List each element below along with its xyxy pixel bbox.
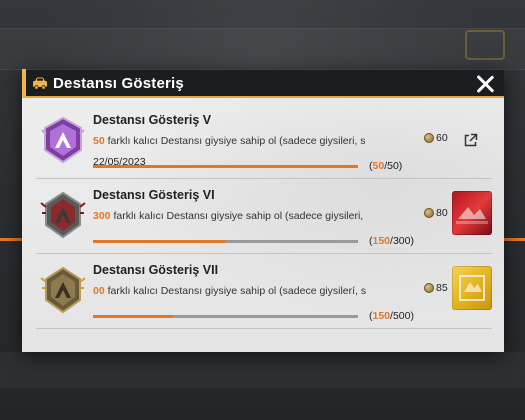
progress-current: 150 (372, 310, 391, 322)
achievement-dialog: Destansı Gösteriş Destansı Gösteriş V 50… (22, 69, 504, 352)
achievement-description: 00 farklı kalıcı Destansı giysiye sahip … (93, 285, 366, 297)
achievement-point-icon (424, 283, 434, 293)
achievement-title: Destansı Gösteriş VI (93, 188, 215, 202)
achievement-row: Destansı Gösteriş VII 00 farklı kalıcı D… (36, 254, 492, 329)
progress-current: 50 (372, 160, 385, 172)
progress-fill (93, 240, 226, 243)
description-text: farklı kalıcı Destansı giysiye sahip ol … (110, 210, 364, 222)
achievement-description: 300 farklı kalıcı Destansı giysiye sahip… (93, 210, 363, 222)
progress-current: 150 (372, 235, 391, 247)
gold-item-thumbnail[interactable] (452, 266, 492, 310)
red-badge-icon (40, 191, 86, 239)
reward-amount: 80 (436, 207, 448, 219)
achievement-point-icon (424, 133, 434, 143)
dialog-header: Destansı Gösteriş (22, 69, 504, 98)
reward-amount: 85 (436, 282, 448, 294)
gold-badge-icon (40, 266, 86, 314)
background-bottom-bar (0, 352, 525, 388)
achievement-title: Destansı Gösteriş V (93, 113, 212, 127)
share-icon[interactable] (464, 133, 478, 147)
target-count: 300 (93, 210, 111, 222)
car-icon (32, 76, 48, 90)
progress-text: (150/500) (369, 310, 414, 322)
progress-fill (93, 315, 173, 318)
progress-text: (50/50) (369, 160, 403, 172)
reward-points: 85 (424, 282, 448, 294)
progress-bar (93, 165, 358, 168)
background-gold-frame (465, 30, 505, 60)
header-accent-bar (22, 69, 26, 97)
description-text: farklı kalıcı Destansı giysiye sahip ol … (104, 285, 367, 297)
dialog-title: Destansı Gösteriş (53, 74, 184, 92)
progress-total: 500 (392, 310, 411, 322)
progress-fill (93, 165, 358, 168)
progress-bar (93, 315, 358, 318)
achievement-row: Destansı Gösteriş VI 300 farklı kalıcı D… (36, 179, 492, 254)
progress-bar (93, 240, 358, 243)
reward-points: 60 (424, 132, 448, 144)
close-button[interactable] (474, 73, 496, 95)
reward-points: 80 (424, 207, 448, 219)
target-count: 50 (93, 135, 105, 147)
achievement-point-icon (424, 208, 434, 218)
red-item-thumbnail[interactable] (452, 191, 492, 235)
reward-amount: 60 (436, 132, 448, 144)
achievement-list: Destansı Gösteriş V 50 farklı kalıcı Des… (22, 98, 504, 352)
target-count: 00 (93, 285, 105, 297)
purple-badge-icon (40, 116, 86, 164)
progress-text: (150/300) (369, 235, 414, 247)
achievement-description: 50 farklı kalıcı Destansı giysiye sahip … (93, 135, 366, 147)
description-text: farklı kalıcı Destansı giysiye sahip ol … (104, 135, 366, 147)
progress-total: 300 (392, 235, 411, 247)
background-orange-mark-right (503, 238, 525, 241)
progress-total: 50 (387, 160, 399, 172)
achievement-row: Destansı Gösteriş V 50 farklı kalıcı Des… (36, 104, 492, 179)
background-orange-mark-left (0, 238, 22, 241)
achievement-title: Destansı Gösteriş VII (93, 263, 219, 277)
background-top-bar (0, 28, 525, 70)
